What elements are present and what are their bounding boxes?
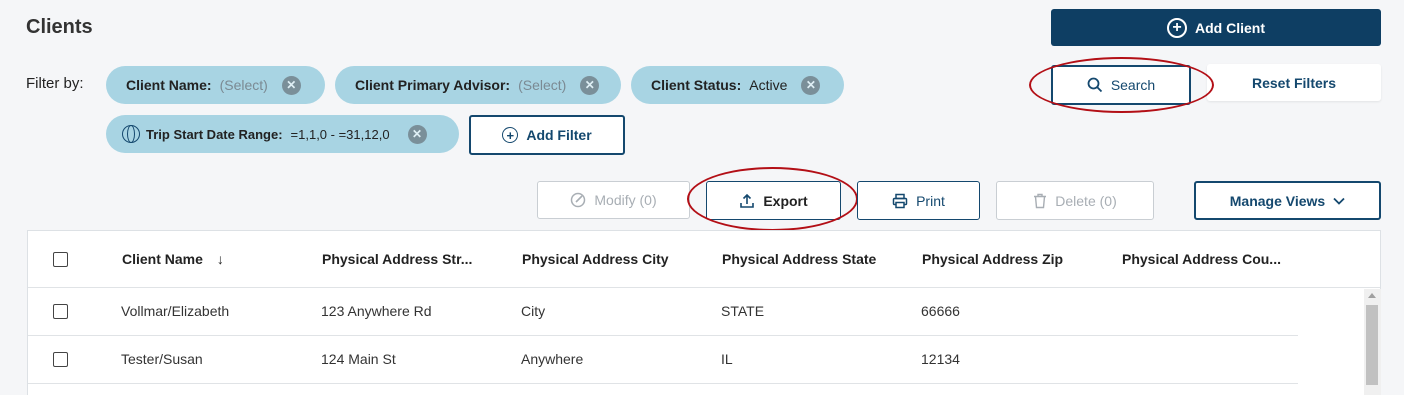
column-header-label: Client Name	[122, 251, 203, 267]
add-filter-button[interactable]: + Add Filter	[469, 115, 625, 155]
cell-street: 123 Anywhere Rd	[321, 303, 432, 319]
column-header-client-name[interactable]: Client Name ↓	[122, 251, 224, 267]
scrollbar-thumb[interactable]	[1366, 305, 1378, 385]
cell-zip: 66666	[921, 303, 960, 319]
scroll-up-arrow-icon[interactable]	[1368, 293, 1376, 298]
search-icon	[1087, 77, 1102, 93]
filter-chip-trip-start-date[interactable]: Trip Start Date Range: =1,1,0 - =31,12,0…	[106, 115, 459, 153]
search-button[interactable]: Search	[1051, 65, 1191, 105]
filter-chip-client-status[interactable]: Client Status: Active ✕	[631, 66, 844, 104]
chip-key: Client Status:	[651, 77, 742, 93]
column-header-country[interactable]: Physical Address Cou...	[1122, 251, 1281, 267]
filter-chip-client-name[interactable]: Client Name: (Select) ✕	[106, 66, 325, 104]
row-checkbox[interactable]	[53, 352, 68, 367]
cell-zip: 12134	[921, 351, 960, 367]
upload-icon	[740, 193, 755, 208]
printer-icon	[892, 193, 908, 208]
print-button[interactable]: Print	[857, 181, 980, 220]
globe-icon	[122, 125, 140, 143]
delete-label: Delete (0)	[1055, 192, 1117, 209]
trash-icon	[1034, 193, 1047, 208]
select-all-checkbox[interactable]	[53, 252, 68, 267]
edit-icon	[571, 192, 586, 208]
vertical-scrollbar[interactable]	[1364, 289, 1381, 395]
modify-label: Modify (0)	[594, 192, 657, 208]
remove-filter-icon[interactable]: ✕	[407, 124, 427, 144]
remove-filter-icon[interactable]: ✕	[801, 75, 821, 95]
export-label: Export	[763, 192, 808, 209]
remove-filter-icon[interactable]: ✕	[580, 75, 600, 95]
export-button[interactable]: Export	[706, 181, 841, 220]
print-label: Print	[916, 192, 945, 209]
modify-button: Modify (0)	[537, 181, 690, 219]
chip-key: Client Name:	[126, 77, 212, 93]
chip-key: Trip Start Date Range:	[146, 126, 283, 142]
manage-views-button[interactable]: Manage Views	[1194, 181, 1381, 220]
search-label: Search	[1110, 77, 1156, 93]
cell-state: STATE	[721, 303, 765, 319]
page-title: Clients	[26, 16, 93, 38]
cell-client-name: Vollmar/Elizabeth	[121, 303, 230, 319]
add-client-button[interactable]: + Add Client	[1051, 9, 1381, 46]
row-checkbox[interactable]	[53, 304, 68, 319]
cell-city: City	[521, 303, 546, 319]
delete-button: Delete (0)	[996, 181, 1154, 220]
cell-client-name: Tester/Susan	[121, 351, 203, 367]
plus-circle-icon: +	[1167, 17, 1187, 38]
table-header: Client Name ↓ Physical Address Str... Ph…	[28, 231, 1380, 288]
add-filter-label: Add Filter	[526, 127, 592, 143]
add-client-label: Add Client	[1195, 19, 1265, 36]
table-row[interactable]: Vollmar/Elizabeth 123 Anywhere Rd City S…	[28, 288, 1298, 336]
table-row[interactable]: Tester/Susan 124 Main St Anywhere IL 121…	[28, 336, 1298, 384]
column-header-street[interactable]: Physical Address Str...	[322, 251, 472, 267]
reset-filters-label: Reset Filters	[1251, 74, 1337, 91]
plus-circle-icon: +	[502, 127, 519, 143]
column-header-zip[interactable]: Physical Address Zip	[922, 251, 1063, 267]
manage-views-label: Manage Views	[1229, 192, 1326, 209]
sort-arrow-down-icon[interactable]: ↓	[217, 251, 224, 267]
chip-value: Active	[749, 77, 788, 93]
chip-value: (Select)	[518, 77, 567, 93]
chip-value: (Select)	[219, 77, 268, 93]
cell-street: 124 Main St	[321, 351, 396, 367]
filter-by-label: Filter by:	[26, 75, 84, 92]
chevron-down-icon	[1333, 197, 1345, 205]
reset-filters-button[interactable]: Reset Filters	[1207, 64, 1381, 101]
chip-key: Client Primary Advisor:	[355, 77, 511, 93]
clients-table: Client Name ↓ Physical Address Str... Ph…	[27, 230, 1381, 395]
chip-value: =1,1,0 - =31,12,0	[290, 126, 390, 142]
cell-state: IL	[721, 351, 733, 367]
remove-filter-icon[interactable]: ✕	[281, 75, 301, 95]
column-header-state[interactable]: Physical Address State	[722, 251, 876, 267]
cell-city: Anywhere	[521, 351, 584, 367]
filter-chip-primary-advisor[interactable]: Client Primary Advisor: (Select) ✕	[335, 66, 621, 104]
column-header-city[interactable]: Physical Address City	[522, 251, 669, 267]
